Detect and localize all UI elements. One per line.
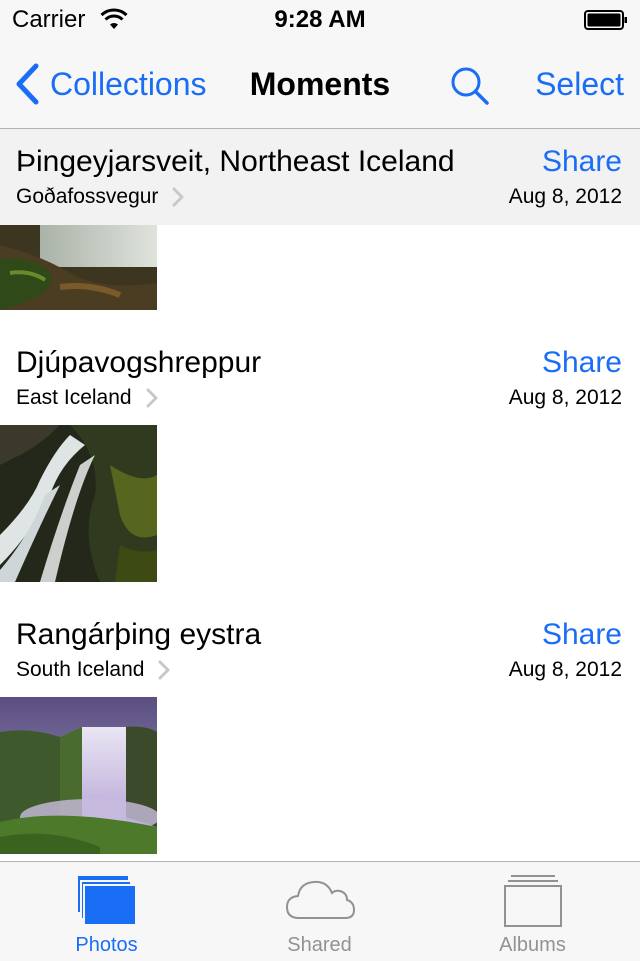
- moment-date: Aug 8, 2012: [508, 185, 622, 208]
- moment-location-link[interactable]: Goðafossvegur: [16, 185, 184, 209]
- cloud-icon: [285, 880, 355, 919]
- chevron-left-icon: [16, 63, 39, 105]
- moment-header: Þingeyjarsveit, Northeast Iceland Goðafo…: [0, 129, 640, 225]
- moment-title: Þingeyjarsveit, Northeast Iceland: [16, 145, 455, 178]
- tab-label: Shared: [287, 934, 352, 956]
- share-button[interactable]: Share: [542, 145, 622, 179]
- status-bar: Carrier 9:28 AM: [0, 0, 640, 40]
- tab-shared[interactable]: Shared: [213, 862, 426, 961]
- moment-section: Rangárþing eystra South Iceland Share Au…: [0, 602, 640, 698]
- albums-icon: [503, 875, 562, 927]
- photo-thumbnail[interactable]: [0, 225, 157, 310]
- moment-subtitle: Goðafossvegur: [16, 185, 159, 208]
- moment-section: Djúpavogshreppur East Iceland Share Aug …: [0, 330, 640, 426]
- search-icon[interactable]: [448, 64, 492, 108]
- moment-header: Djúpavogshreppur East Iceland Share Aug …: [0, 330, 640, 426]
- chevron-right-icon: [146, 388, 158, 408]
- moment-section: Þingeyjarsveit, Northeast Iceland Goðafo…: [0, 129, 640, 225]
- battery-icon: [584, 10, 627, 30]
- share-button[interactable]: Share: [542, 618, 622, 652]
- status-time: 9:28 AM: [274, 6, 366, 33]
- moment-date: Aug 8, 2012: [508, 386, 622, 409]
- moment-title: Rangárþing eystra: [16, 618, 262, 651]
- share-button[interactable]: Share: [542, 346, 622, 380]
- moment-subtitle: East Iceland: [16, 386, 132, 409]
- tab-bar: Photos Shared Albums: [0, 861, 640, 961]
- tab-label: Photos: [75, 934, 138, 956]
- photo-thumbnail[interactable]: [0, 697, 157, 854]
- photos-icon: [77, 876, 137, 926]
- tab-label: Albums: [499, 934, 566, 956]
- page-title-text: Moments: [249, 66, 391, 102]
- moment-location-link[interactable]: East Iceland: [16, 386, 158, 410]
- moment-title: Djúpavogshreppur: [16, 346, 262, 379]
- back-button[interactable]: Collections: [14, 62, 207, 106]
- moment-header: Rangárþing eystra South Iceland Share Au…: [0, 602, 640, 698]
- chevron-right-icon: [172, 187, 184, 207]
- moment-subtitle: South Iceland: [16, 658, 145, 681]
- photo-thumbnail[interactable]: [0, 425, 157, 582]
- select-button[interactable]: Select: [535, 66, 624, 103]
- tab-photos[interactable]: Photos: [0, 862, 213, 961]
- chevron-right-icon: [158, 660, 170, 680]
- moment-location-link[interactable]: South Iceland: [16, 658, 170, 682]
- navigation-bar: Collections Moments Select: [0, 40, 640, 129]
- tab-albums[interactable]: Albums: [426, 862, 639, 961]
- back-button-label: Collections: [50, 65, 207, 102]
- moment-date: Aug 8, 2012: [508, 658, 622, 681]
